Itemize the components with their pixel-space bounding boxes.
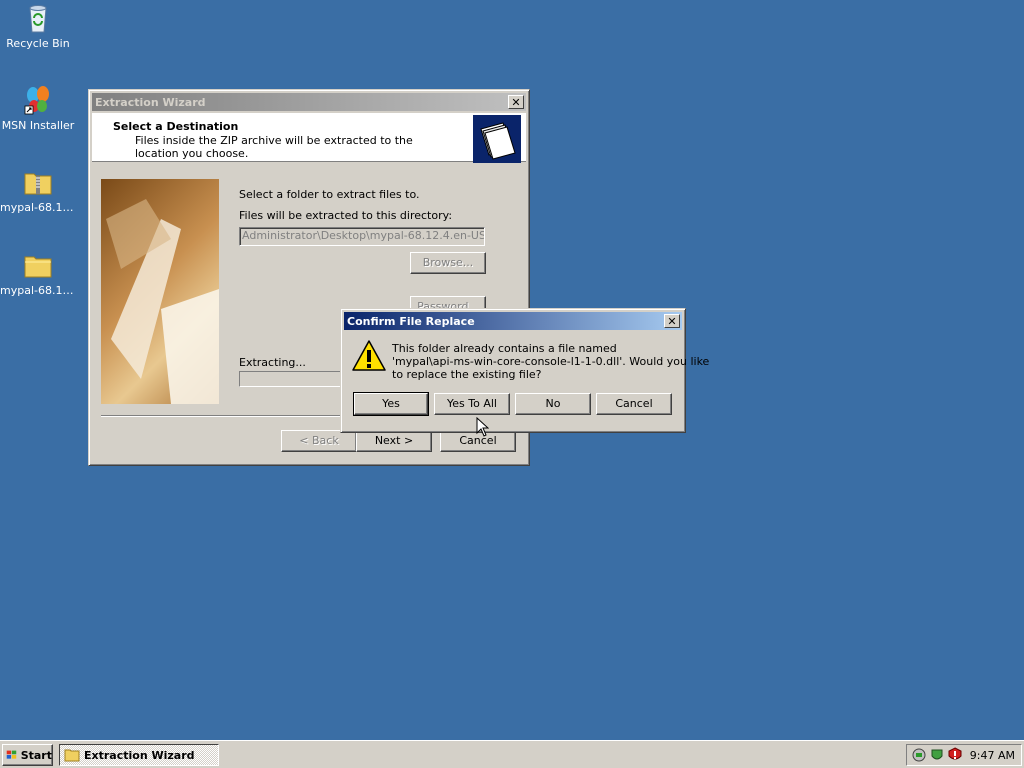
close-icon: ✕: [667, 314, 677, 328]
confirm-file-replace-dialog: Confirm File Replace ✕ This folder alrea…: [340, 308, 709, 433]
desktop-icon-label: MSN Installer: [1, 119, 75, 132]
desktop-icon-recycle-bin[interactable]: Recycle Bin: [0, 2, 76, 50]
security-alert-icon[interactable]: [947, 747, 963, 763]
directory-label: Files will be extracted to this director…: [239, 209, 453, 222]
folder-icon: [24, 256, 52, 278]
zip-folder-icon: [24, 173, 52, 195]
dialog-titlebar[interactable]: Confirm File Replace ✕: [344, 312, 682, 330]
clock[interactable]: 9:47 AM: [970, 749, 1015, 762]
taskbar-button-label: Extraction Wizard: [84, 748, 195, 762]
dialog-message: This folder already contains a file name…: [392, 342, 709, 381]
dialog-title: Confirm File Replace: [347, 314, 475, 328]
desktop-icon-label: mypal-68.12...: [0, 284, 76, 297]
dialog-cancel-button[interactable]: Cancel: [596, 393, 672, 415]
select-folder-label: Select a folder to extract files to.: [239, 188, 420, 201]
system-tray: 9:47 AM: [906, 744, 1022, 766]
windows-logo-icon: [6, 750, 17, 759]
shield-check-icon[interactable]: [929, 747, 945, 763]
desktop-icon-folder[interactable]: mypal-68.12...: [0, 249, 76, 297]
wizard-titlebar[interactable]: Extraction Wizard ✕: [92, 93, 526, 111]
mouse-cursor-icon: [476, 417, 489, 437]
yes-button[interactable]: Yes: [353, 392, 429, 416]
dialog-message-line: 'mypal\api-ms-win-core-console-l1-1-0.dl…: [392, 355, 710, 368]
wizard-subheading: Files inside the ZIP archive will be ext…: [135, 134, 413, 160]
warning-icon: [352, 340, 386, 371]
browse-button[interactable]: Browse...: [410, 252, 486, 274]
next-button[interactable]: Next >: [356, 430, 432, 452]
yes-to-all-button[interactable]: Yes To All: [434, 393, 510, 415]
folder-icon: [64, 749, 80, 762]
recycle-bin-icon: [29, 5, 47, 33]
dialog-message-line: to replace the existing file?: [392, 368, 542, 381]
close-icon: ✕: [511, 95, 521, 109]
desktop-icon-label: Recycle Bin: [6, 37, 70, 50]
wizard-header: Select a Destination Files inside the ZI…: [92, 113, 526, 163]
msn-butterfly-icon: [24, 86, 49, 115]
network-icon[interactable]: [911, 747, 927, 763]
desktop-icon-msn-installer[interactable]: MSN Installer: [0, 84, 76, 132]
wizard-heading: Select a Destination: [113, 120, 239, 133]
desktop-icon-zip[interactable]: mypal-68.12...: [0, 166, 76, 214]
dialog-message-line: This folder already contains a file name…: [392, 342, 617, 355]
start-label: Start: [20, 748, 52, 762]
back-button[interactable]: < Back: [281, 430, 357, 452]
desktop-icon-label: mypal-68.12...: [0, 201, 76, 214]
wizard-title: Extraction Wizard: [95, 95, 206, 109]
folders-icon: [473, 115, 521, 163]
taskbar: Start Extraction Wizard 9:47 AM: [0, 740, 1024, 768]
extracting-label: Extracting...: [239, 356, 306, 369]
wizard-close-button[interactable]: ✕: [508, 95, 524, 109]
taskbar-button-extraction-wizard[interactable]: Extraction Wizard: [59, 744, 219, 766]
dialog-close-button[interactable]: ✕: [664, 314, 680, 328]
no-button[interactable]: No: [515, 393, 591, 415]
start-button[interactable]: Start: [2, 744, 53, 766]
wizard-side-image: [101, 179, 219, 404]
directory-field[interactable]: Administrator\Desktop\mypal-68.12.4.en-U…: [239, 227, 485, 246]
